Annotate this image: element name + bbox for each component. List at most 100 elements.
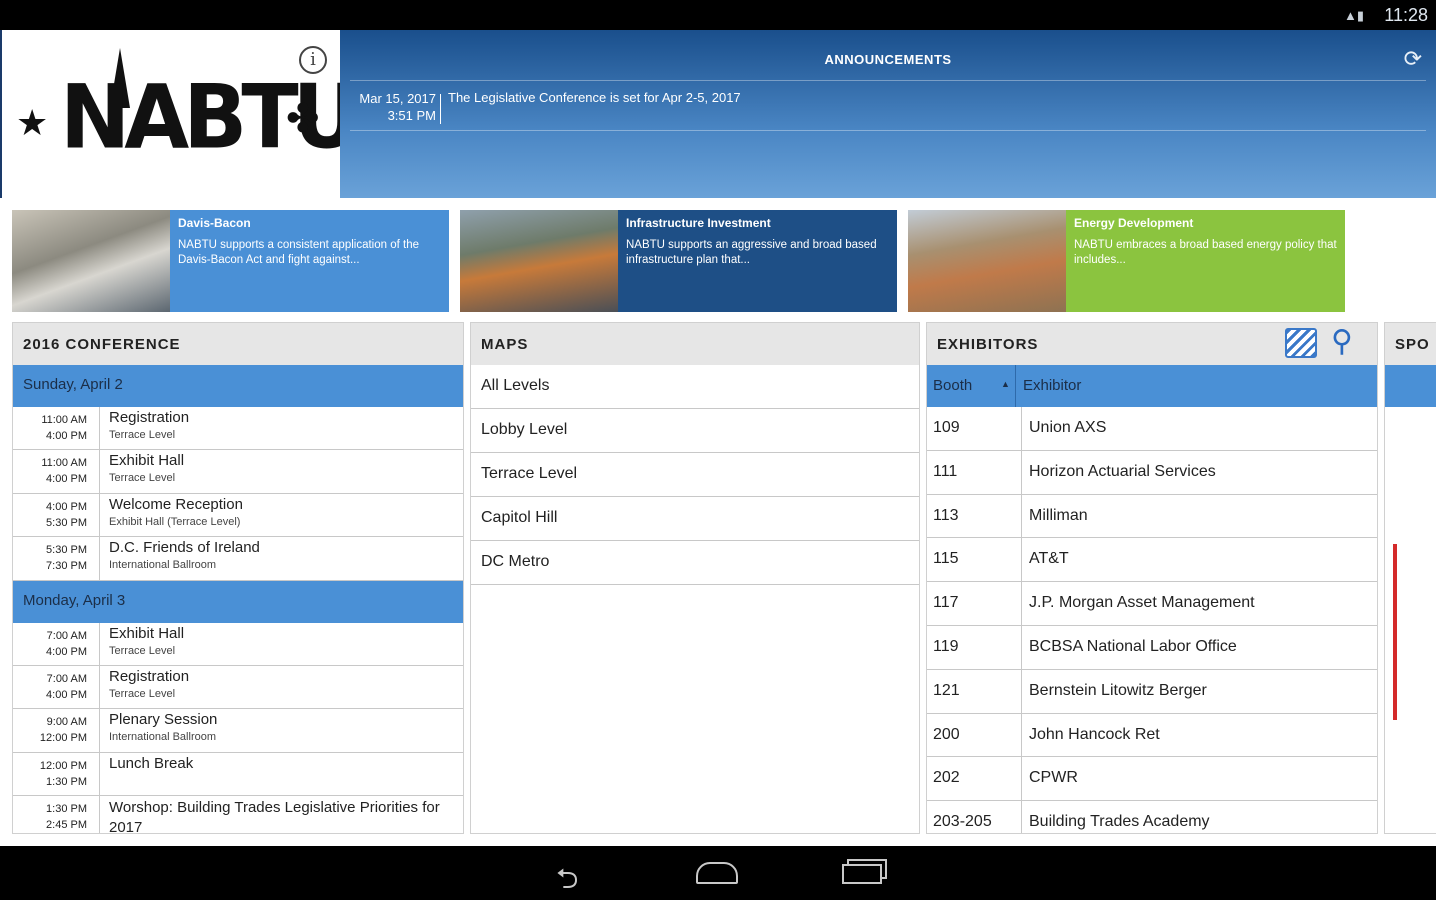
session-name: Exhibit Hall <box>109 452 185 470</box>
booth-number: 119 <box>933 637 959 655</box>
header: ★ NABTU ✤ i ANNOUNCEMENTS ⟳ Mar 15, 2017… <box>0 30 1436 198</box>
refresh-icon[interactable]: ⟳ <box>1404 46 1422 72</box>
session-time: 4:00 PM 5:30 PM <box>13 499 93 531</box>
exhibitor-name: Union AXS <box>1029 419 1107 436</box>
divider <box>1021 625 1022 669</box>
divider <box>1021 669 1022 713</box>
session-location: Terrace Level <box>109 644 176 657</box>
map-item[interactable]: DC Metro <box>471 541 919 585</box>
info-icon[interactable]: i <box>299 46 327 74</box>
session-end: 1:30 PM <box>46 775 87 788</box>
session-time: 7:00 AM 4:00 PM <box>13 671 93 703</box>
session-name: Exhibit Hall <box>109 624 185 642</box>
session-row[interactable]: 11:00 AM 4:00 PM Registration Terrace Lev… <box>13 407 463 451</box>
card-photo <box>908 210 1066 312</box>
star-icon: ★ <box>16 102 49 143</box>
map-icon[interactable] <box>1285 328 1317 358</box>
divider <box>1021 582 1022 625</box>
navigation-bar: ⮌ <box>0 846 1436 900</box>
booth-number: 109 <box>933 419 960 436</box>
exhibitor-name: AT&T <box>1029 550 1069 568</box>
map-item[interactable]: Terrace Level <box>471 453 919 497</box>
booth-number: 202 <box>933 769 960 787</box>
card-davis-bacon[interactable]: Davis-Bacon NABTU supports a consistent … <box>12 210 449 312</box>
table-row[interactable]: 119 BCBSA National Labor Office <box>927 625 1377 670</box>
exhibitors-table-header: Booth ▲ Exhibitor <box>927 365 1377 407</box>
session-row[interactable]: 11:00 AM 4:00 PM Exhibit Hall Terrace Lev… <box>13 450 463 494</box>
exhibitor-name: Building Trades Academy <box>1029 813 1210 831</box>
card-text: NABTU supports an aggressive and broad b… <box>626 239 877 266</box>
scrollbar[interactable] <box>1393 544 1397 720</box>
session-name: Welcome Reception <box>109 495 243 513</box>
sponsors-panel: SPO <box>1384 322 1436 834</box>
card-text: NABTU embraces a broad based energy poli… <box>1074 239 1337 266</box>
table-row[interactable]: 111 Horizon Actuarial Services <box>927 450 1377 495</box>
session-end: 7:30 PM <box>46 560 87 573</box>
session-time: 11:00 AM 4:00 PM <box>13 412 93 444</box>
divider <box>99 752 100 796</box>
session-row[interactable]: 5:30 PM 7:30 PM D.C. Friends of Ireland I… <box>13 537 463 581</box>
divider <box>1021 450 1022 494</box>
divider <box>1021 494 1022 538</box>
table-row[interactable]: 203-205 Building Trades Academy <box>927 801 1377 833</box>
announcement-date-line1: Mar 15, 2017 <box>359 91 436 106</box>
session-name: Registration <box>109 409 190 426</box>
session-row[interactable]: 7:00 AM 4:00 PM Exhibit Hall Terrace Leve… <box>13 622 463 666</box>
home-icon[interactable] <box>696 862 738 884</box>
table-row[interactable]: 109 Union AXS <box>927 407 1377 451</box>
booth-number: 203-205 <box>933 813 992 831</box>
exhibitor-name: Milliman <box>1029 506 1088 524</box>
session-row[interactable]: 9:00 AM 12:00 PM Plenary Session Internat… <box>13 709 463 753</box>
recent-apps-icon[interactable] <box>842 864 882 884</box>
session-end: 2:45 PM <box>46 819 87 832</box>
session-end: 4:00 PM <box>46 645 87 658</box>
back-icon[interactable]: ⮌ <box>556 858 578 906</box>
day-header[interactable]: Monday, April 3 <box>13 580 463 623</box>
session-name: Registration <box>109 667 190 685</box>
session-name: D.C. Friends of Ireland <box>109 539 260 557</box>
session-end: 5:30 PM <box>46 516 87 529</box>
map-item[interactable]: All Levels <box>471 365 919 409</box>
conference-panel: 2016 CONFERENCE Sunday, April 2 11:00 AM… <box>12 322 464 834</box>
booth-number: 113 <box>933 506 959 524</box>
card-title: Energy Development <box>1074 216 1194 230</box>
map-item[interactable]: Capitol Hill <box>471 497 919 541</box>
divider <box>350 80 1426 81</box>
day-header[interactable]: Sunday, April 2 <box>13 365 463 407</box>
sponsors-title: SPO <box>1385 323 1436 365</box>
column-exhibitor[interactable]: Exhibitor <box>1023 377 1081 394</box>
announcement-date-line2: 3:51 PM <box>387 108 436 123</box>
session-location: Terrace Level <box>109 687 176 700</box>
logo: ★ NABTU ✤ i <box>0 30 361 198</box>
divider <box>99 407 100 450</box>
session-time: 12:00 PM 1:30 PM <box>13 758 93 790</box>
session-row[interactable]: 12:00 PM 1:30 PM Lunch Break <box>13 752 463 797</box>
session-row[interactable]: 1:30 PM 2:45 PM Worshop: Building Trades … <box>13 796 463 833</box>
session-time: 1:30 PM 2:45 PM <box>13 801 93 833</box>
announcement-text[interactable]: The Legislative Conference is set for Ap… <box>448 90 741 105</box>
exhibitor-name: CPWR <box>1029 769 1078 787</box>
table-row[interactable]: 117 J.P. Morgan Asset Management <box>927 582 1377 626</box>
column-booth[interactable]: Booth <box>933 377 972 394</box>
session-start: 5:30 PM <box>46 544 87 557</box>
divider <box>1021 757 1022 801</box>
map-item[interactable]: Lobby Level <box>471 409 919 453</box>
divider <box>99 665 100 709</box>
session-time: 9:00 AM 12:00 PM <box>13 714 93 746</box>
search-icon[interactable]: ⚲ <box>1331 327 1354 357</box>
card-body: Energy Development NABTU embraces a broa… <box>1066 210 1345 312</box>
table-row[interactable]: 121 Bernstein Litowitz Berger <box>927 669 1377 714</box>
card-infrastructure[interactable]: Infrastructure Investment NABTU supports… <box>460 210 897 312</box>
exhibitors-title: EXHIBITORS <box>937 336 1039 353</box>
session-row[interactable]: 4:00 PM 5:30 PM Welcome Reception Exhibit… <box>13 493 463 538</box>
card-energy[interactable]: Energy Development NABTU embraces a broa… <box>908 210 1345 312</box>
booth-number: 115 <box>933 550 959 568</box>
table-row[interactable]: 113 Milliman <box>927 494 1377 539</box>
status-bar: ▲▮ 11:28 <box>0 0 1436 30</box>
session-time: 11:00 AM 4:00 PM <box>13 455 93 487</box>
session-end: 12:00 PM <box>39 732 87 745</box>
table-row[interactable]: 115 AT&T <box>927 538 1377 583</box>
session-row[interactable]: 7:00 AM 4:00 PM Registration Terrace Leve… <box>13 665 463 710</box>
table-row[interactable]: 200 John Hancock Ret <box>927 713 1377 758</box>
table-row[interactable]: 202 CPWR <box>927 757 1377 802</box>
